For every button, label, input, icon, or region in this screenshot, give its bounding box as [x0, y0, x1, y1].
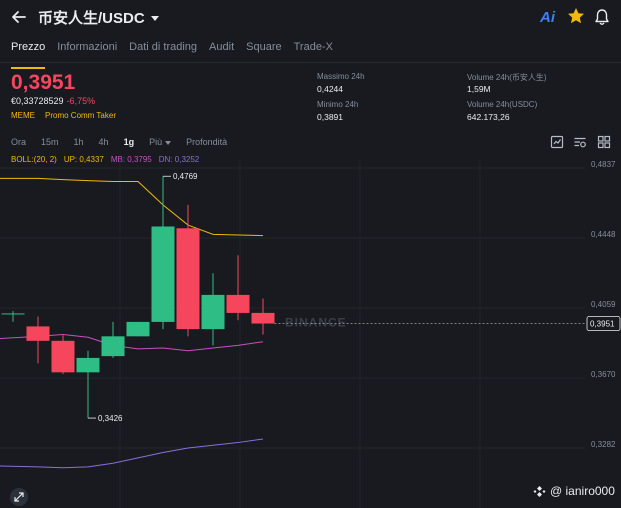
pair-title: 币安人生/USDC — [38, 10, 145, 27]
high-label: Massimo 24h — [317, 72, 365, 81]
interval-label: 1g — [123, 137, 135, 147]
interval-6[interactable]: Profondità — [186, 137, 227, 147]
interval-label: 1h — [73, 137, 84, 147]
interval-label: Ora — [11, 137, 27, 147]
candle-body — [26, 326, 50, 341]
star-icon[interactable] — [566, 6, 586, 26]
author-handle: @ ianiro000 — [550, 484, 615, 498]
boll-up-line — [0, 177, 264, 237]
ai-assistant-icon[interactable]: Ai — [540, 9, 555, 26]
y-tick-label: 0,4059 — [591, 300, 616, 309]
fiat-price: €0,33728529 — [11, 96, 64, 106]
candlestick-chart[interactable]: 0,4837 0,4448 0,4059 0,3670 0,3282 BINANCE 0,4… — [0, 160, 621, 508]
tab-divider — [0, 62, 621, 63]
tab-0[interactable]: Prezzo — [11, 38, 46, 69]
binance-square-logo-icon — [533, 485, 546, 497]
candle-body — [251, 312, 275, 324]
tab-3[interactable]: Audit — [209, 38, 234, 62]
tab-4[interactable]: Square — [246, 38, 281, 62]
candle-body — [176, 228, 200, 330]
tab-2[interactable]: Dati di trading — [129, 38, 197, 62]
price-sub: €0,33728529 -6,75% — [11, 96, 95, 106]
chevron-down-icon — [150, 16, 159, 21]
low-value: 0,3891 — [317, 112, 343, 122]
candle-body — [226, 294, 250, 313]
tab-bar: Prezzo Informazioni Dati di trading Audit Sq… — [0, 38, 621, 69]
tab-5[interactable]: Trade-X — [294, 38, 333, 62]
interval-3[interactable]: 4h — [99, 137, 109, 147]
tag-promo[interactable]: Promo Comm Taker — [45, 111, 116, 120]
candle-body — [1, 313, 25, 315]
interval-bar: Ora 15m 1h 4h 1g Più Profondità — [11, 137, 242, 147]
interval-5[interactable]: Più — [149, 137, 172, 147]
y-tick-label: 0,4448 — [591, 230, 616, 239]
candle-body — [126, 321, 150, 337]
back-arrow-icon[interactable] — [10, 8, 28, 26]
annotation-label: 0,3426 — [98, 414, 123, 423]
vol-quote-value: 642.173,26 — [467, 112, 510, 122]
last-price: 0,3951 — [11, 71, 76, 94]
price-change: -6,75% — [66, 96, 96, 106]
interval-0[interactable]: Ora — [11, 137, 26, 147]
vol-base-value: 1,59M — [467, 84, 491, 94]
chevron-down-icon — [165, 140, 172, 145]
chart-settings-icon[interactable] — [573, 135, 587, 149]
interval-4[interactable]: 1g — [124, 137, 135, 147]
candle-body — [101, 336, 125, 357]
interval-2[interactable]: 1h — [74, 137, 84, 147]
current-price-label: 0,3951 — [590, 320, 615, 329]
vol-quote-label: Volume 24h(USDC) — [467, 100, 538, 109]
interval-label: 4h — [98, 137, 109, 147]
y-tick-label: 0,3670 — [591, 370, 616, 379]
interval-label: Profondità — [186, 137, 228, 147]
interval-label: Più — [149, 137, 163, 147]
y-tick-label: 0,3282 — [591, 440, 616, 449]
boll-dn-line — [0, 438, 264, 469]
annotation-label: 0,4769 — [173, 172, 198, 181]
low-label: Minimo 24h — [317, 100, 359, 109]
y-tick-label: 0,4837 — [591, 160, 616, 169]
indicator-settings-icon[interactable] — [550, 135, 564, 149]
tab-1[interactable]: Informazioni — [57, 38, 117, 62]
pair-selector[interactable]: 币安人生/USDC — [38, 7, 159, 28]
author-watermark: @ ianiro000 — [533, 484, 615, 498]
interval-label: 15m — [41, 137, 59, 147]
candle-body — [51, 340, 75, 373]
token-tags: MEME Promo Comm Taker — [11, 111, 126, 120]
candle-body — [201, 294, 225, 330]
interval-1[interactable]: 15m — [41, 137, 59, 147]
binance-watermark: BINANCE — [285, 316, 347, 330]
candle-body — [151, 226, 175, 322]
candle-body — [76, 357, 100, 373]
vol-base-label: Volume 24h(币安人生) — [467, 73, 547, 82]
bell-icon[interactable] — [594, 8, 610, 26]
tag-meme[interactable]: MEME — [11, 111, 35, 120]
layout-grid-icon[interactable] — [597, 135, 611, 149]
high-value: 0,4244 — [317, 84, 343, 94]
expand-icon[interactable] — [10, 488, 28, 506]
